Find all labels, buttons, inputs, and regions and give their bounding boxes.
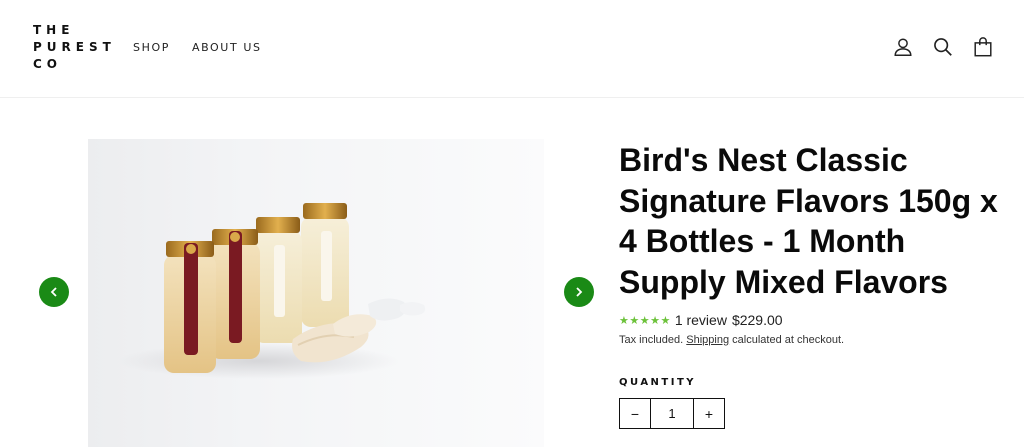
cart-icon[interactable] — [972, 36, 994, 58]
product-title: Bird's Nest Classic Signature Flavors 15… — [619, 142, 998, 300]
chevron-right-icon — [576, 287, 583, 297]
jar-3 — [254, 217, 302, 343]
quantity-label: QUANTITY — [619, 377, 697, 388]
jar-2 — [210, 229, 260, 359]
tax-suffix: calculated at checkout. — [732, 334, 845, 346]
jar-1 — [164, 241, 216, 373]
quantity-decrease-button[interactable]: − — [620, 399, 651, 428]
user-icon[interactable] — [892, 36, 914, 58]
gallery-prev-button[interactable] — [39, 277, 69, 307]
star-rating-icon[interactable]: ★★★★★ — [619, 314, 671, 327]
brand-logo-line-1: THE — [33, 23, 75, 37]
brand-logo[interactable]: THE PUREST CO — [33, 22, 116, 73]
shipping-link[interactable]: Shipping — [686, 334, 729, 346]
quantity-input[interactable] — [651, 399, 693, 428]
product-photo — [118, 203, 426, 379]
quantity-stepper: − + — [619, 398, 725, 429]
tax-prefix: Tax included. — [619, 334, 684, 346]
search-icon[interactable] — [932, 36, 954, 58]
rating-row: ★★★★★ 1 review $229.00 — [619, 312, 783, 328]
review-count-link[interactable]: 1 review — [675, 312, 727, 328]
tax-note: Tax included. Shipping calculated at che… — [619, 334, 844, 346]
product-price: $229.00 — [731, 312, 783, 328]
product-image[interactable] — [88, 139, 544, 447]
site-header: THE PUREST CO SHOP ABOUT US — [0, 0, 1024, 98]
header-icons — [892, 36, 994, 58]
chevron-left-icon — [50, 287, 57, 297]
brand-logo-line-3: CO — [33, 57, 63, 71]
gallery-next-button[interactable] — [564, 277, 594, 307]
main-nav: SHOP ABOUT US — [133, 41, 284, 54]
quantity-increase-button[interactable]: + — [693, 399, 724, 428]
nav-shop-link[interactable]: SHOP — [133, 41, 170, 54]
nav-about-link[interactable]: ABOUT US — [192, 41, 262, 54]
jar-4 — [301, 203, 349, 327]
brand-logo-line-2: PUREST — [33, 40, 116, 54]
